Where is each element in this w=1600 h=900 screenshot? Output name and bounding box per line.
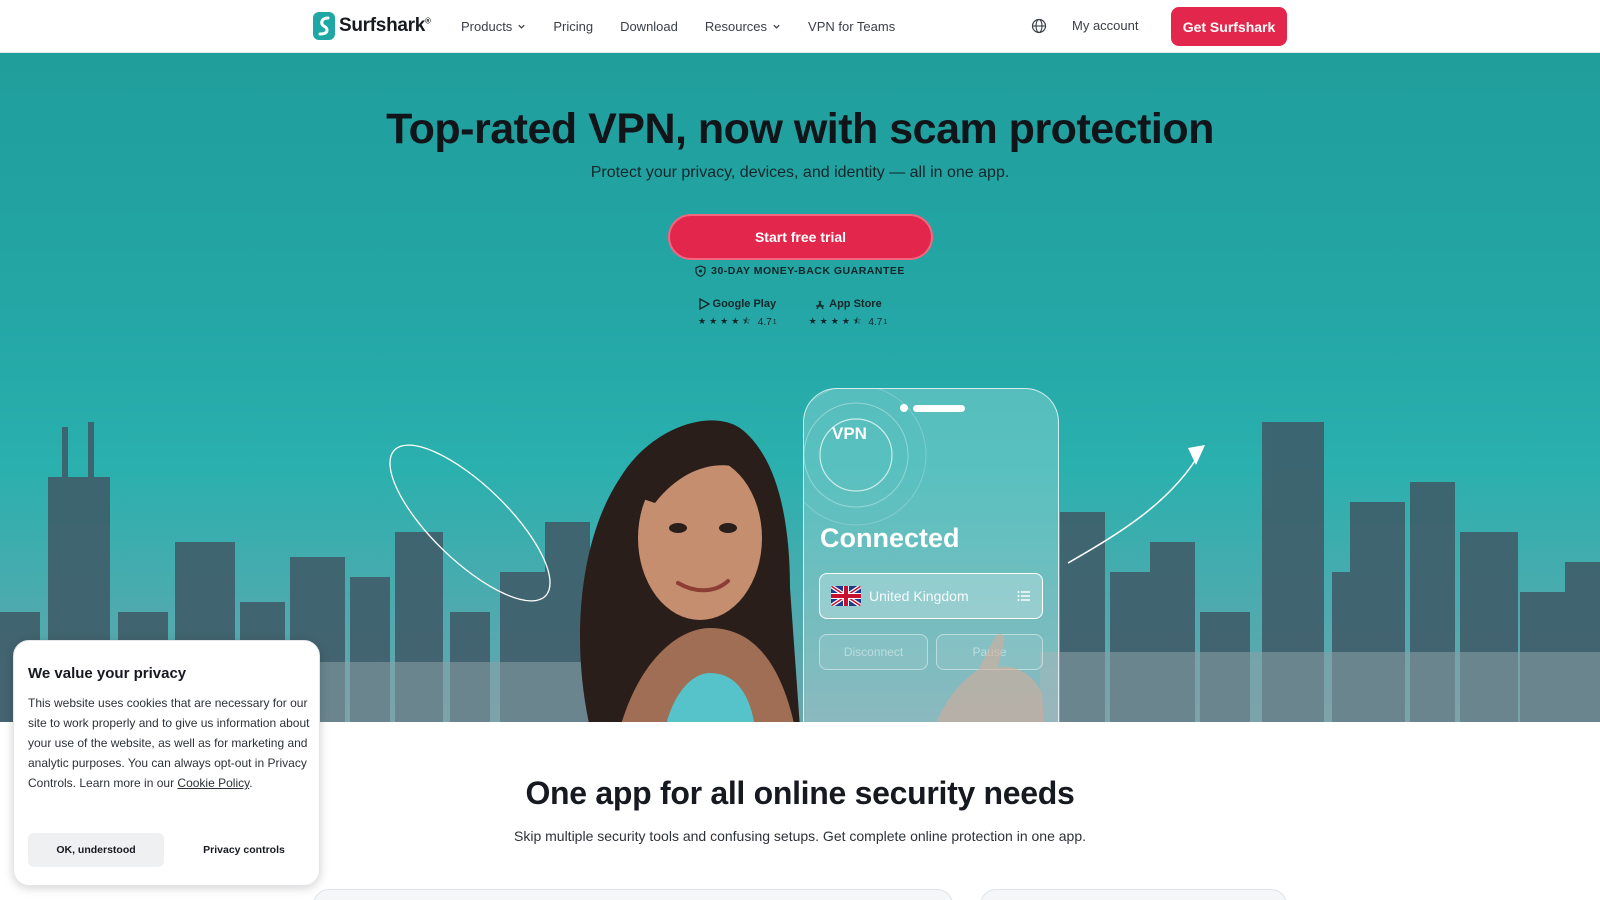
nav-pricing-label: Pricing [553, 19, 594, 34]
shield-icon [695, 265, 706, 277]
nav-resources-label: Resources [704, 19, 768, 34]
star-rating-icon: ★★★★⯪ [698, 316, 754, 326]
nav-vpn-for-teams-label: VPN for Teams [808, 19, 896, 34]
nav-download-label: Download [620, 19, 678, 34]
feature-card [313, 889, 953, 900]
top-navigation: Surfshark® Products Pricing Download Res… [0, 0, 1600, 53]
chevron-down-icon [518, 24, 525, 29]
uk-flag-icon [831, 586, 861, 606]
nav-products-label: Products [461, 19, 513, 34]
phone-speaker-bar [913, 405, 965, 412]
cookie-title: We value your privacy [28, 665, 187, 682]
nav-resources[interactable]: Resources [705, 19, 781, 34]
nav-vpn-for-teams[interactable]: VPN for Teams [808, 19, 895, 34]
logo-wordmark: Surfshark® [339, 15, 431, 36]
cookie-text: This website uses cookies that are neces… [28, 693, 310, 793]
app-store-icon [816, 300, 825, 310]
pointing-hand-image [936, 634, 1044, 722]
google-play-icon [698, 298, 710, 310]
hero-subtitle: Protect your privacy, devices, and ident… [590, 164, 1010, 181]
cookie-body-end: . [249, 776, 253, 790]
globe-icon[interactable] [1031, 18, 1047, 34]
cookie-consent-banner: We value your privacy This website uses … [13, 640, 320, 886]
connection-status: Connected [820, 523, 960, 553]
store-ratings: Google Play ★★★★⯪ 4.7 1 App Store ★★★★⯪ 4… [698, 298, 887, 330]
phone-camera-dot [900, 404, 908, 412]
nav-pricing[interactable]: Pricing [553, 19, 593, 34]
feature-card [980, 889, 1287, 900]
start-free-trial-button[interactable]: Start free trial [668, 214, 933, 260]
money-back-guarantee: 30-DAY MONEY-BACK GUARANTEE [0, 265, 1600, 277]
cookie-body: This website uses cookies that are neces… [28, 696, 310, 790]
list-icon [1017, 591, 1030, 601]
app-store-rating[interactable]: App Store ★★★★⯪ 4.7 1 [809, 298, 888, 330]
disconnect-button: Disconnect [819, 634, 928, 670]
vpn-label: VPN [832, 424, 867, 443]
app-store-name: App Store [829, 298, 882, 310]
location-name: United Kingdom [869, 588, 969, 604]
nav-products[interactable]: Products [461, 19, 526, 34]
surfshark-logo[interactable]: Surfshark® [313, 12, 431, 40]
app-store-rating-value: 4.7 [868, 316, 883, 328]
vpn-app-mockup: VPN Connected United Kingdom Disconnect … [803, 388, 1059, 722]
app-store-badge: App Store [814, 298, 882, 310]
get-surfshark-button[interactable]: Get Surfshark [1171, 7, 1287, 46]
hero-section: Top-rated VPN, now with scam protection … [0, 53, 1600, 722]
chevron-down-icon [773, 24, 780, 29]
google-play-rating[interactable]: Google Play ★★★★⯪ 4.7 1 [698, 298, 777, 330]
hero-title: Top-rated VPN, now with scam protection [386, 105, 1214, 153]
main-menu: Products Pricing Download Resources VPN … [461, 0, 922, 53]
my-account-link[interactable]: My account [1072, 18, 1138, 33]
location-selector: United Kingdom [819, 573, 1043, 619]
app-store-score: ★★★★⯪ 4.7 1 [809, 314, 888, 330]
ok-understood-button[interactable]: OK, understood [28, 833, 164, 867]
surfshark-logo-icon [313, 12, 335, 40]
privacy-controls-button[interactable]: Privacy controls [176, 833, 312, 867]
nav-download[interactable]: Download [620, 19, 678, 34]
star-rating-icon: ★★★★⯪ [808, 316, 865, 326]
google-play-name: Google Play [712, 298, 777, 310]
cookie-policy-link[interactable]: Cookie Policy [177, 776, 249, 790]
guarantee-text: 30-DAY MONEY-BACK GUARANTEE [711, 265, 905, 277]
google-play-score: ★★★★⯪ 4.7 1 [698, 314, 777, 330]
google-play-rating-value: 4.7 [757, 316, 772, 328]
google-play-badge: Google Play [698, 298, 777, 310]
footnote-marker: 1 [772, 318, 777, 326]
footnote-marker: 1 [883, 318, 888, 326]
